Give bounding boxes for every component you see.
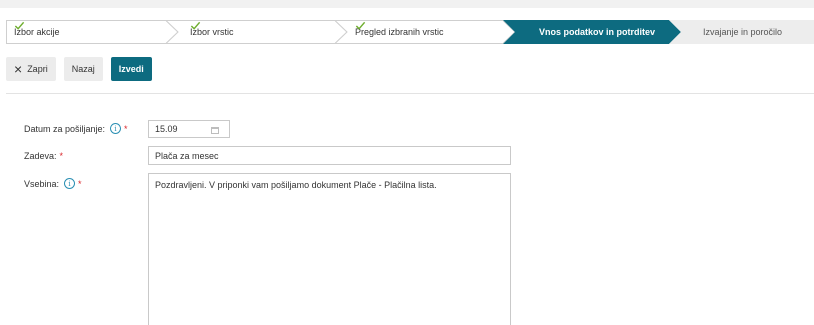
close-button-label: Zapri xyxy=(27,64,48,74)
body-label: Vsebina: i * xyxy=(24,178,82,189)
check-icon xyxy=(355,21,366,30)
check-icon xyxy=(14,21,25,30)
subject-value: Plača za mesec xyxy=(155,150,219,161)
step-izbor-vrstic[interactable]: Izbor vrstic xyxy=(190,20,234,44)
subject-label-text: Zadeva: xyxy=(24,151,57,161)
step-izbor-akcije[interactable]: Izbor akcije xyxy=(14,20,60,44)
close-button[interactable]: × Zapri xyxy=(6,57,56,81)
execute-button-label: Izvedi xyxy=(118,64,144,74)
back-button[interactable]: Nazaj xyxy=(63,57,103,81)
step-label: Vnos podatkov in potrditev xyxy=(539,27,656,37)
step-vnos-podatkov: Vnos podatkov in potrditev xyxy=(539,20,655,44)
date-label-text: Datum za pošiljanje: xyxy=(24,123,106,134)
subject-label: Zadeva: * xyxy=(24,151,63,161)
step-label: Izvajanje in poročilo xyxy=(703,27,783,37)
wizard-steps: Izbor akcije Izbor vrstic Pregled izbran… xyxy=(6,20,814,44)
back-button-label: Nazaj xyxy=(71,64,95,74)
body-label-text: Vsebina: xyxy=(24,178,60,189)
toolbar: × Zapri Nazaj Izvedi xyxy=(6,57,152,81)
calendar-icon[interactable] xyxy=(211,127,219,134)
date-label: Datum za pošiljanje: i * xyxy=(24,123,128,134)
check-icon xyxy=(190,21,201,30)
step-label: Pregled izbranih vrstic xyxy=(355,27,444,37)
step-pregled-izbranih-vrstic[interactable]: Pregled izbranih vrstic xyxy=(355,20,444,44)
body-textarea[interactable]: Pozdravljeni. V priponki vam pošiljamo d… xyxy=(148,173,511,325)
info-icon[interactable]: i xyxy=(64,178,76,189)
required-mark: * xyxy=(78,178,82,189)
step-izvajanje-in-porocilo: Izvajanje in poročilo xyxy=(703,20,782,44)
execute-button[interactable]: Izvedi xyxy=(110,57,152,81)
date-value: 15.09 xyxy=(155,124,178,134)
required-mark: * xyxy=(59,151,64,161)
info-icon[interactable]: i xyxy=(110,123,122,134)
date-field[interactable]: 15.09 xyxy=(148,120,230,138)
required-mark: * xyxy=(124,123,128,134)
subject-field[interactable]: Plača za mesec xyxy=(148,146,511,165)
divider xyxy=(6,93,814,94)
close-icon: × xyxy=(14,61,23,77)
top-strip xyxy=(0,0,814,8)
body-value: Pozdravljeni. V priponki vam pošiljamo d… xyxy=(155,180,437,190)
